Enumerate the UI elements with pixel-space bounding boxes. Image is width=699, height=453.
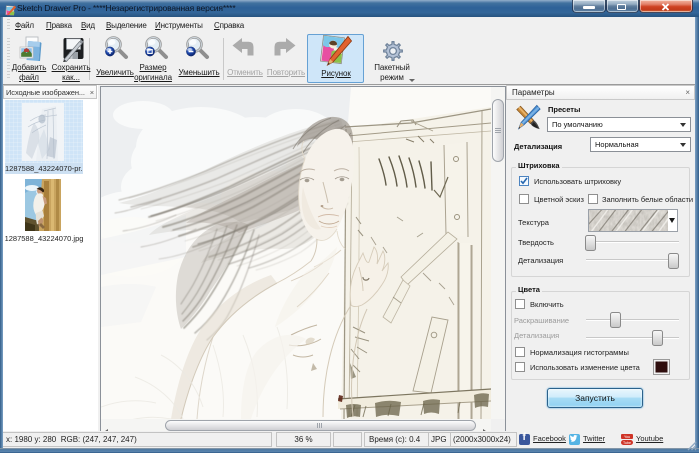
svg-text:Tube: Tube [623,441,631,445]
svg-text:You: You [624,435,630,439]
